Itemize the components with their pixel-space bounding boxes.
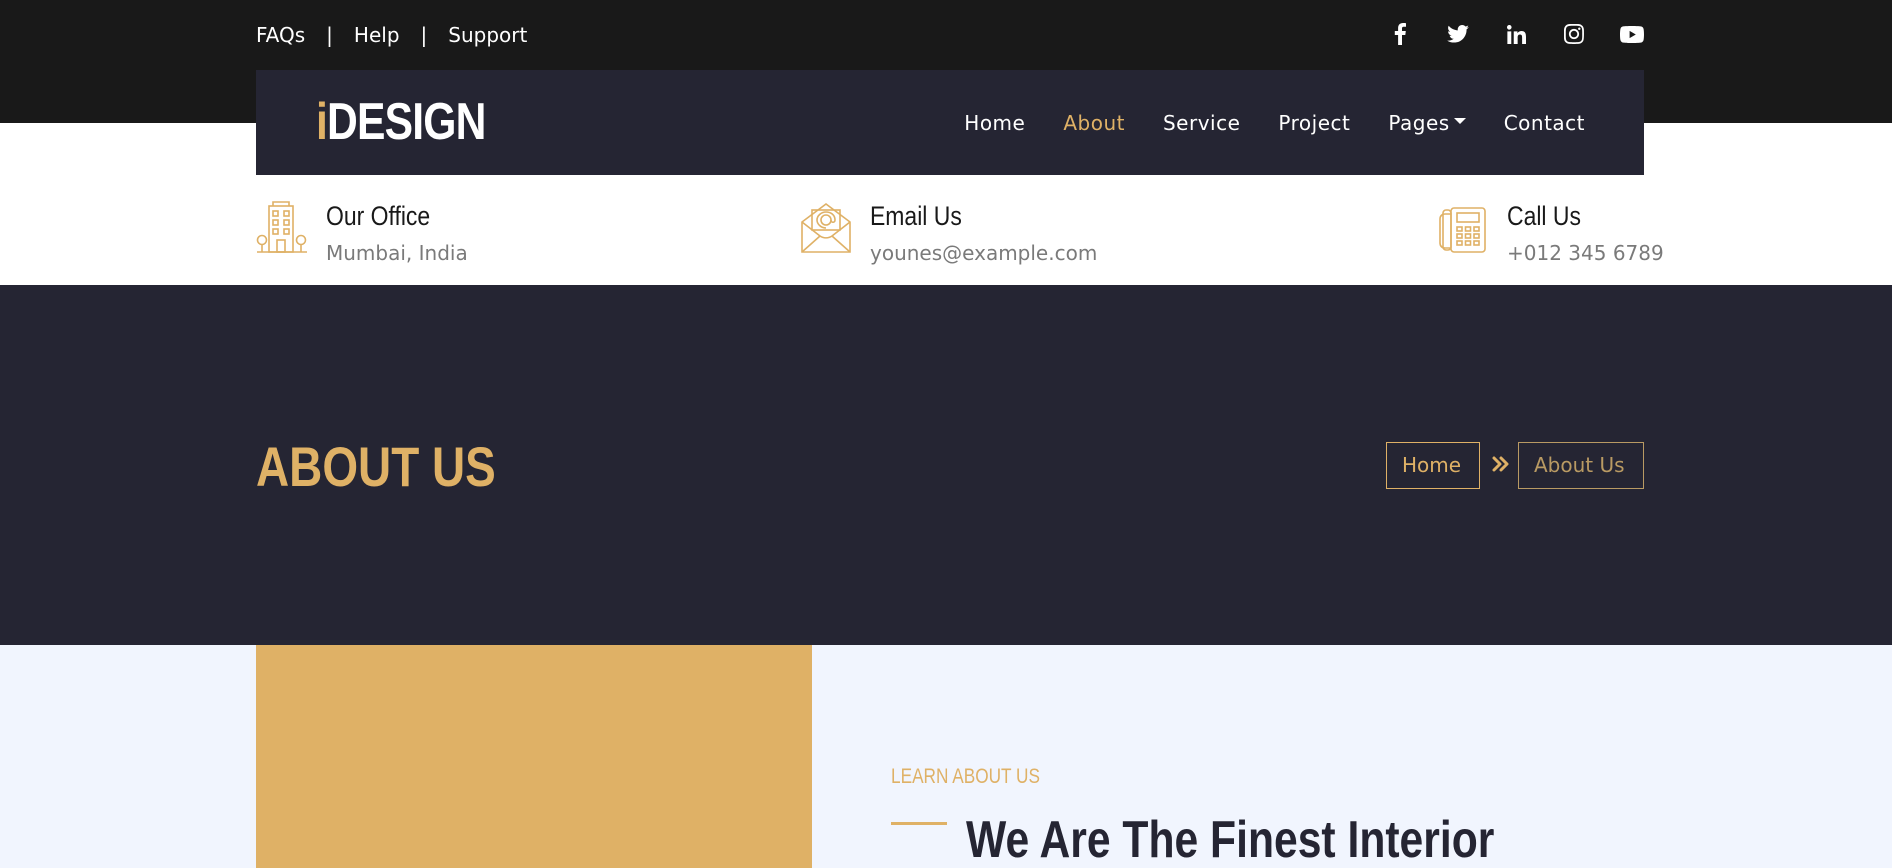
page-title: ABOUT US xyxy=(256,435,496,498)
separator: | xyxy=(326,23,333,47)
double-chevron-right-icon xyxy=(1492,456,1509,472)
telephone-icon xyxy=(1439,207,1486,253)
nav-menu: Home About Service Project Pages Contact xyxy=(926,108,1585,138)
info-title: Email Us xyxy=(870,201,962,231)
email-envelope-icon xyxy=(801,203,851,253)
heading-accent-line xyxy=(891,822,947,825)
main-navbar: iDESIGN Home About Service Project Pages… xyxy=(256,70,1644,175)
info-office: Our Office Mumbai, India xyxy=(256,200,468,266)
info-call: Call Us +012 345 6789 xyxy=(1437,200,1664,266)
faqs-link[interactable]: FAQs xyxy=(256,23,305,47)
info-value: Mumbai, India xyxy=(326,241,468,265)
instagram-icon[interactable] xyxy=(1562,18,1586,50)
nav-pages-dropdown[interactable]: Pages xyxy=(1388,108,1466,138)
twitter-icon[interactable] xyxy=(1446,18,1470,50)
info-email: Email Us younes@example.com xyxy=(800,200,1097,266)
nav-home[interactable]: Home xyxy=(964,108,1025,138)
about-image-block xyxy=(256,645,812,868)
info-value[interactable]: younes@example.com xyxy=(870,240,1097,266)
chevron-down-icon xyxy=(1453,117,1466,124)
youtube-icon[interactable] xyxy=(1620,18,1644,50)
office-building-icon xyxy=(256,201,307,253)
info-title: Call Us xyxy=(1507,201,1581,231)
breadcrumb-current: About Us xyxy=(1518,442,1644,489)
info-title: Our Office xyxy=(326,201,431,231)
nav-project[interactable]: Project xyxy=(1278,108,1350,138)
breadcrumb-home[interactable]: Home xyxy=(1386,442,1480,489)
help-link[interactable]: Help xyxy=(354,23,400,47)
info-value[interactable]: +012 345 6789 xyxy=(1507,240,1664,266)
site-logo[interactable]: iDESIGN xyxy=(316,92,486,152)
nav-about[interactable]: About xyxy=(1063,108,1125,138)
section-heading: We Are The Finest Interior xyxy=(966,811,1495,868)
section-eyebrow: LEARN ABOUT US xyxy=(891,765,1040,788)
linkedin-icon[interactable] xyxy=(1504,18,1528,50)
facebook-icon[interactable] xyxy=(1388,18,1412,50)
support-link[interactable]: Support xyxy=(448,23,527,47)
nav-service[interactable]: Service xyxy=(1163,108,1240,138)
separator: | xyxy=(420,23,428,47)
social-links xyxy=(1354,18,1644,50)
top-links: FAQs | Help | Support xyxy=(256,20,527,50)
nav-contact[interactable]: Contact xyxy=(1504,108,1585,138)
